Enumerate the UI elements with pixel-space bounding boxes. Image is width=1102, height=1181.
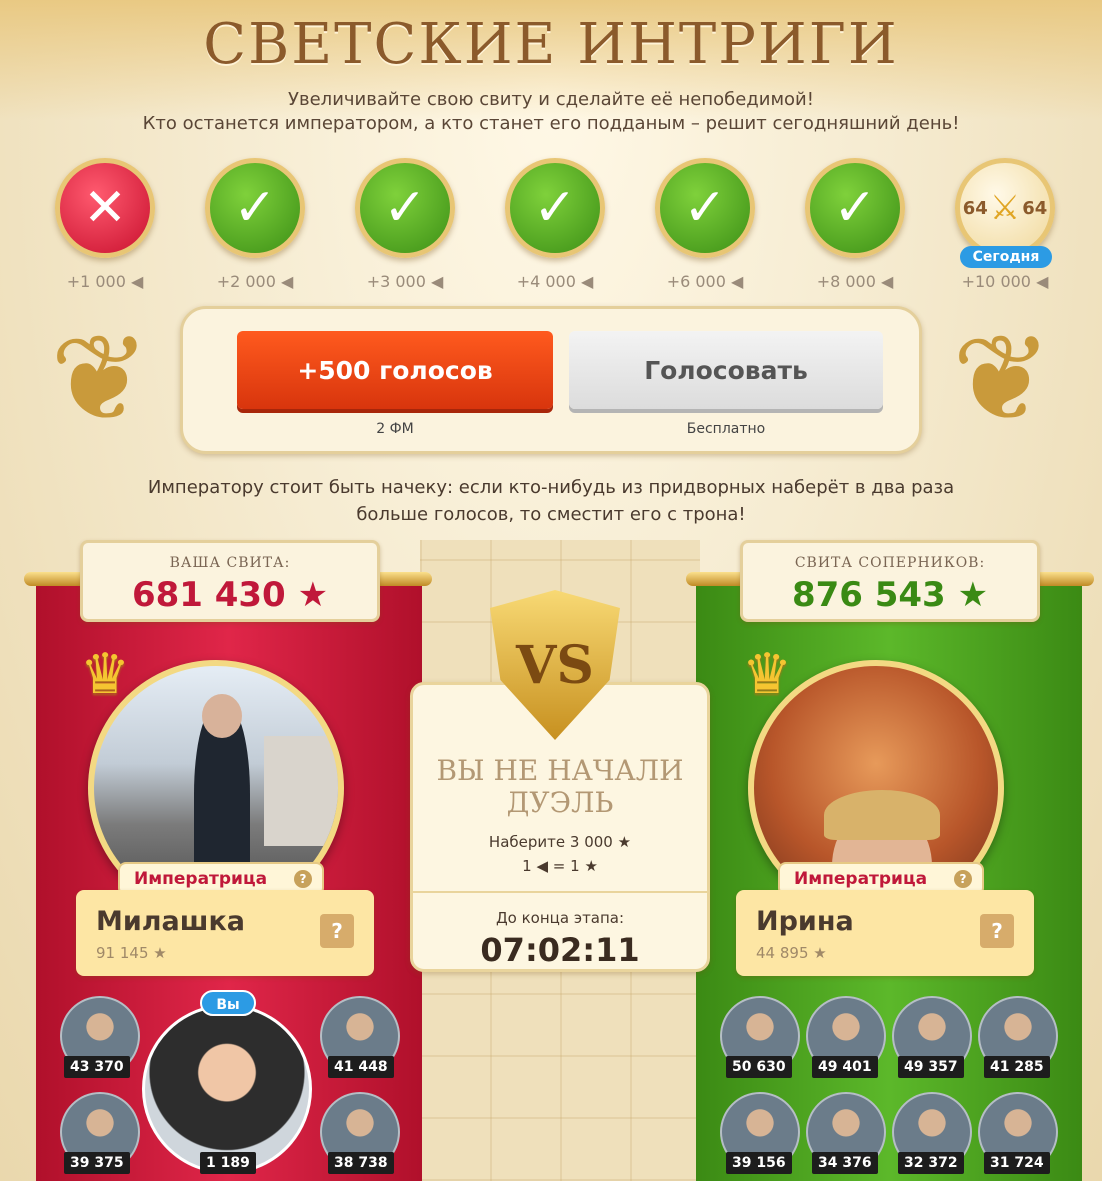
your-retinue-label: ВАША СВИТА: bbox=[169, 555, 291, 571]
check-icon: ✓ bbox=[205, 158, 305, 258]
your-emperor-score: 91 145 ★ bbox=[96, 944, 167, 962]
day-5: ✓ +6 000 ◀ bbox=[650, 158, 760, 291]
buy-votes-cost: 2 ФМ bbox=[376, 421, 414, 437]
vote-panel: +500 голосов Голосовать 2 ФМ Бесплатно bbox=[180, 306, 922, 454]
day-1: ✕ +1 000 ◀ bbox=[50, 158, 160, 291]
megaphone-icon: ◀ bbox=[281, 272, 294, 291]
megaphone-icon: ◀ bbox=[581, 272, 594, 291]
gift-icon[interactable]: ? bbox=[980, 914, 1014, 948]
follower-score: 49 401 bbox=[812, 1056, 878, 1078]
megaphone-icon: ◀ bbox=[731, 272, 744, 291]
rival-emperor-score: 44 895 ★ bbox=[756, 944, 827, 962]
follower-score: 39 156 bbox=[726, 1152, 792, 1174]
rules-warning: Императору стоит быть начеку: если кто-н… bbox=[0, 474, 1102, 528]
today-badge: Сегодня bbox=[960, 246, 1052, 268]
your-emperor-name: Милашка bbox=[96, 906, 246, 937]
swords-icon: ⚔ bbox=[989, 188, 1021, 228]
rival-retinue-plate: СВИТА СОПЕРНИКОВ: 876 543 ★ bbox=[740, 540, 1040, 622]
rival-emperor-card[interactable]: Ирина 44 895 ★ ? bbox=[736, 890, 1034, 976]
buy-votes-button[interactable]: +500 голосов bbox=[237, 331, 553, 409]
day-3: ✓ +3 000 ◀ bbox=[350, 158, 460, 291]
day-reward: +6 000 ◀ bbox=[666, 272, 744, 291]
day-reward: +1 000 ◀ bbox=[66, 272, 144, 291]
day-6: ✓ +8 000 ◀ bbox=[800, 158, 910, 291]
ornament-left: ❦ bbox=[49, 310, 151, 449]
warning-line-1: Императору стоит быть начеку: если кто-н… bbox=[147, 477, 955, 498]
check-icon: ✓ bbox=[355, 158, 455, 258]
day-reward: +3 000 ◀ bbox=[366, 272, 444, 291]
day-7-today: 64 ⚔ 64 Сегодня +10 000 ◀ bbox=[950, 158, 1060, 291]
megaphone-icon: ◀ bbox=[131, 272, 144, 291]
megaphone-icon: ◀ bbox=[1036, 272, 1049, 291]
follower-score: 41 448 bbox=[328, 1056, 394, 1078]
your-follower-score: 1 189 bbox=[200, 1152, 256, 1174]
star-icon: ★ bbox=[813, 944, 827, 962]
crown-icon: ♛ bbox=[80, 642, 131, 707]
megaphone-icon: ◀ bbox=[881, 272, 894, 291]
megaphone-icon: ◀ bbox=[536, 857, 548, 875]
star-icon: ★ bbox=[584, 857, 598, 875]
duel-requirement: Наберите 3 000 ★ bbox=[488, 833, 632, 851]
avatar-building bbox=[264, 736, 338, 846]
rival-emperor-name: Ирина bbox=[756, 906, 854, 937]
stage-timer: До конца этапа: 07:02:11 bbox=[413, 891, 707, 975]
avatar-hair bbox=[824, 790, 940, 840]
your-retinue-score: 681 430 ★ bbox=[131, 575, 329, 615]
follower-score: 39 375 bbox=[64, 1152, 130, 1174]
day-reward: +8 000 ◀ bbox=[816, 272, 894, 291]
follower-score: 38 738 bbox=[328, 1152, 394, 1174]
gift-icon[interactable]: ? bbox=[320, 914, 354, 948]
warning-line-2: больше голосов, то сместит его с трона! bbox=[356, 504, 746, 525]
follower-score: 43 370 bbox=[64, 1056, 130, 1078]
check-icon: ✓ bbox=[805, 158, 905, 258]
duel-rate: 1 ◀ = 1 ★ bbox=[522, 857, 598, 875]
day-4: ✓ +4 000 ◀ bbox=[500, 158, 610, 291]
you-badge: Вы bbox=[200, 990, 256, 1016]
vote-button[interactable]: Голосовать bbox=[569, 331, 883, 409]
follower-score: 50 630 bbox=[726, 1056, 792, 1078]
your-emperor-card[interactable]: Милашка 91 145 ★ ? bbox=[76, 890, 374, 976]
day-2: ✓ +2 000 ◀ bbox=[200, 158, 310, 291]
day-reward: +4 000 ◀ bbox=[516, 272, 594, 291]
check-icon: ✓ bbox=[505, 158, 605, 258]
megaphone-icon: ◀ bbox=[431, 272, 444, 291]
follower-score: 41 285 bbox=[984, 1056, 1050, 1078]
today-left-number: 64 bbox=[962, 197, 988, 219]
day-reward: +10 000 ◀ bbox=[961, 272, 1049, 291]
game-title: СВЕТСКИЕ ИНТРИГИ bbox=[203, 12, 899, 77]
follower-score: 31 724 bbox=[984, 1152, 1050, 1174]
star-icon: ★ bbox=[297, 575, 329, 615]
duel-status: ВЫ НЕ НАЧАЛИ ДУЭЛЬ bbox=[436, 754, 684, 819]
vote-cost: Бесплатно bbox=[686, 421, 766, 437]
follower-score: 34 376 bbox=[812, 1152, 878, 1174]
star-icon: ★ bbox=[153, 944, 167, 962]
star-icon: ★ bbox=[617, 833, 632, 851]
cross-icon: ✕ bbox=[55, 158, 155, 258]
your-retinue-plate: ВАША СВИТА: 681 430 ★ bbox=[80, 540, 380, 622]
question-icon[interactable]: ? bbox=[954, 870, 972, 888]
ornament-right: ❦ bbox=[951, 310, 1053, 449]
subtitle-line-1: Увеличивайте свою свиту и сделайте её не… bbox=[288, 89, 814, 110]
rival-retinue-label: СВИТА СОПЕРНИКОВ: bbox=[794, 555, 986, 571]
timer-label: До конца этапа: bbox=[495, 909, 625, 927]
game-subtitle: Увеличивайте свою свиту и сделайте её не… bbox=[0, 88, 1102, 136]
check-icon: ✓ bbox=[655, 158, 755, 258]
game-stage: СВЕТСКИЕ ИНТРИГИ Увеличивайте свою свиту… bbox=[0, 0, 1102, 1181]
today-right-number: 64 bbox=[1022, 197, 1048, 219]
today-circle: 64 ⚔ 64 bbox=[955, 158, 1055, 258]
daily-progress: ✕ +1 000 ◀ ✓ +2 000 ◀ ✓ +3 000 ◀ ✓ +4 00… bbox=[50, 158, 1070, 298]
timer-value: 07:02:11 bbox=[480, 931, 640, 969]
day-reward: +2 000 ◀ bbox=[216, 272, 294, 291]
star-icon: ★ bbox=[957, 575, 989, 615]
your-avatar[interactable] bbox=[142, 1004, 312, 1174]
avatar-face bbox=[202, 694, 242, 738]
subtitle-line-2: Кто останется императором, а кто станет … bbox=[142, 113, 960, 134]
rival-retinue-score: 876 543 ★ bbox=[791, 575, 989, 615]
follower-score: 49 357 bbox=[898, 1056, 964, 1078]
follower-score: 32 372 bbox=[898, 1152, 964, 1174]
question-icon[interactable]: ? bbox=[294, 870, 312, 888]
crown-icon: ♛ bbox=[742, 642, 793, 707]
